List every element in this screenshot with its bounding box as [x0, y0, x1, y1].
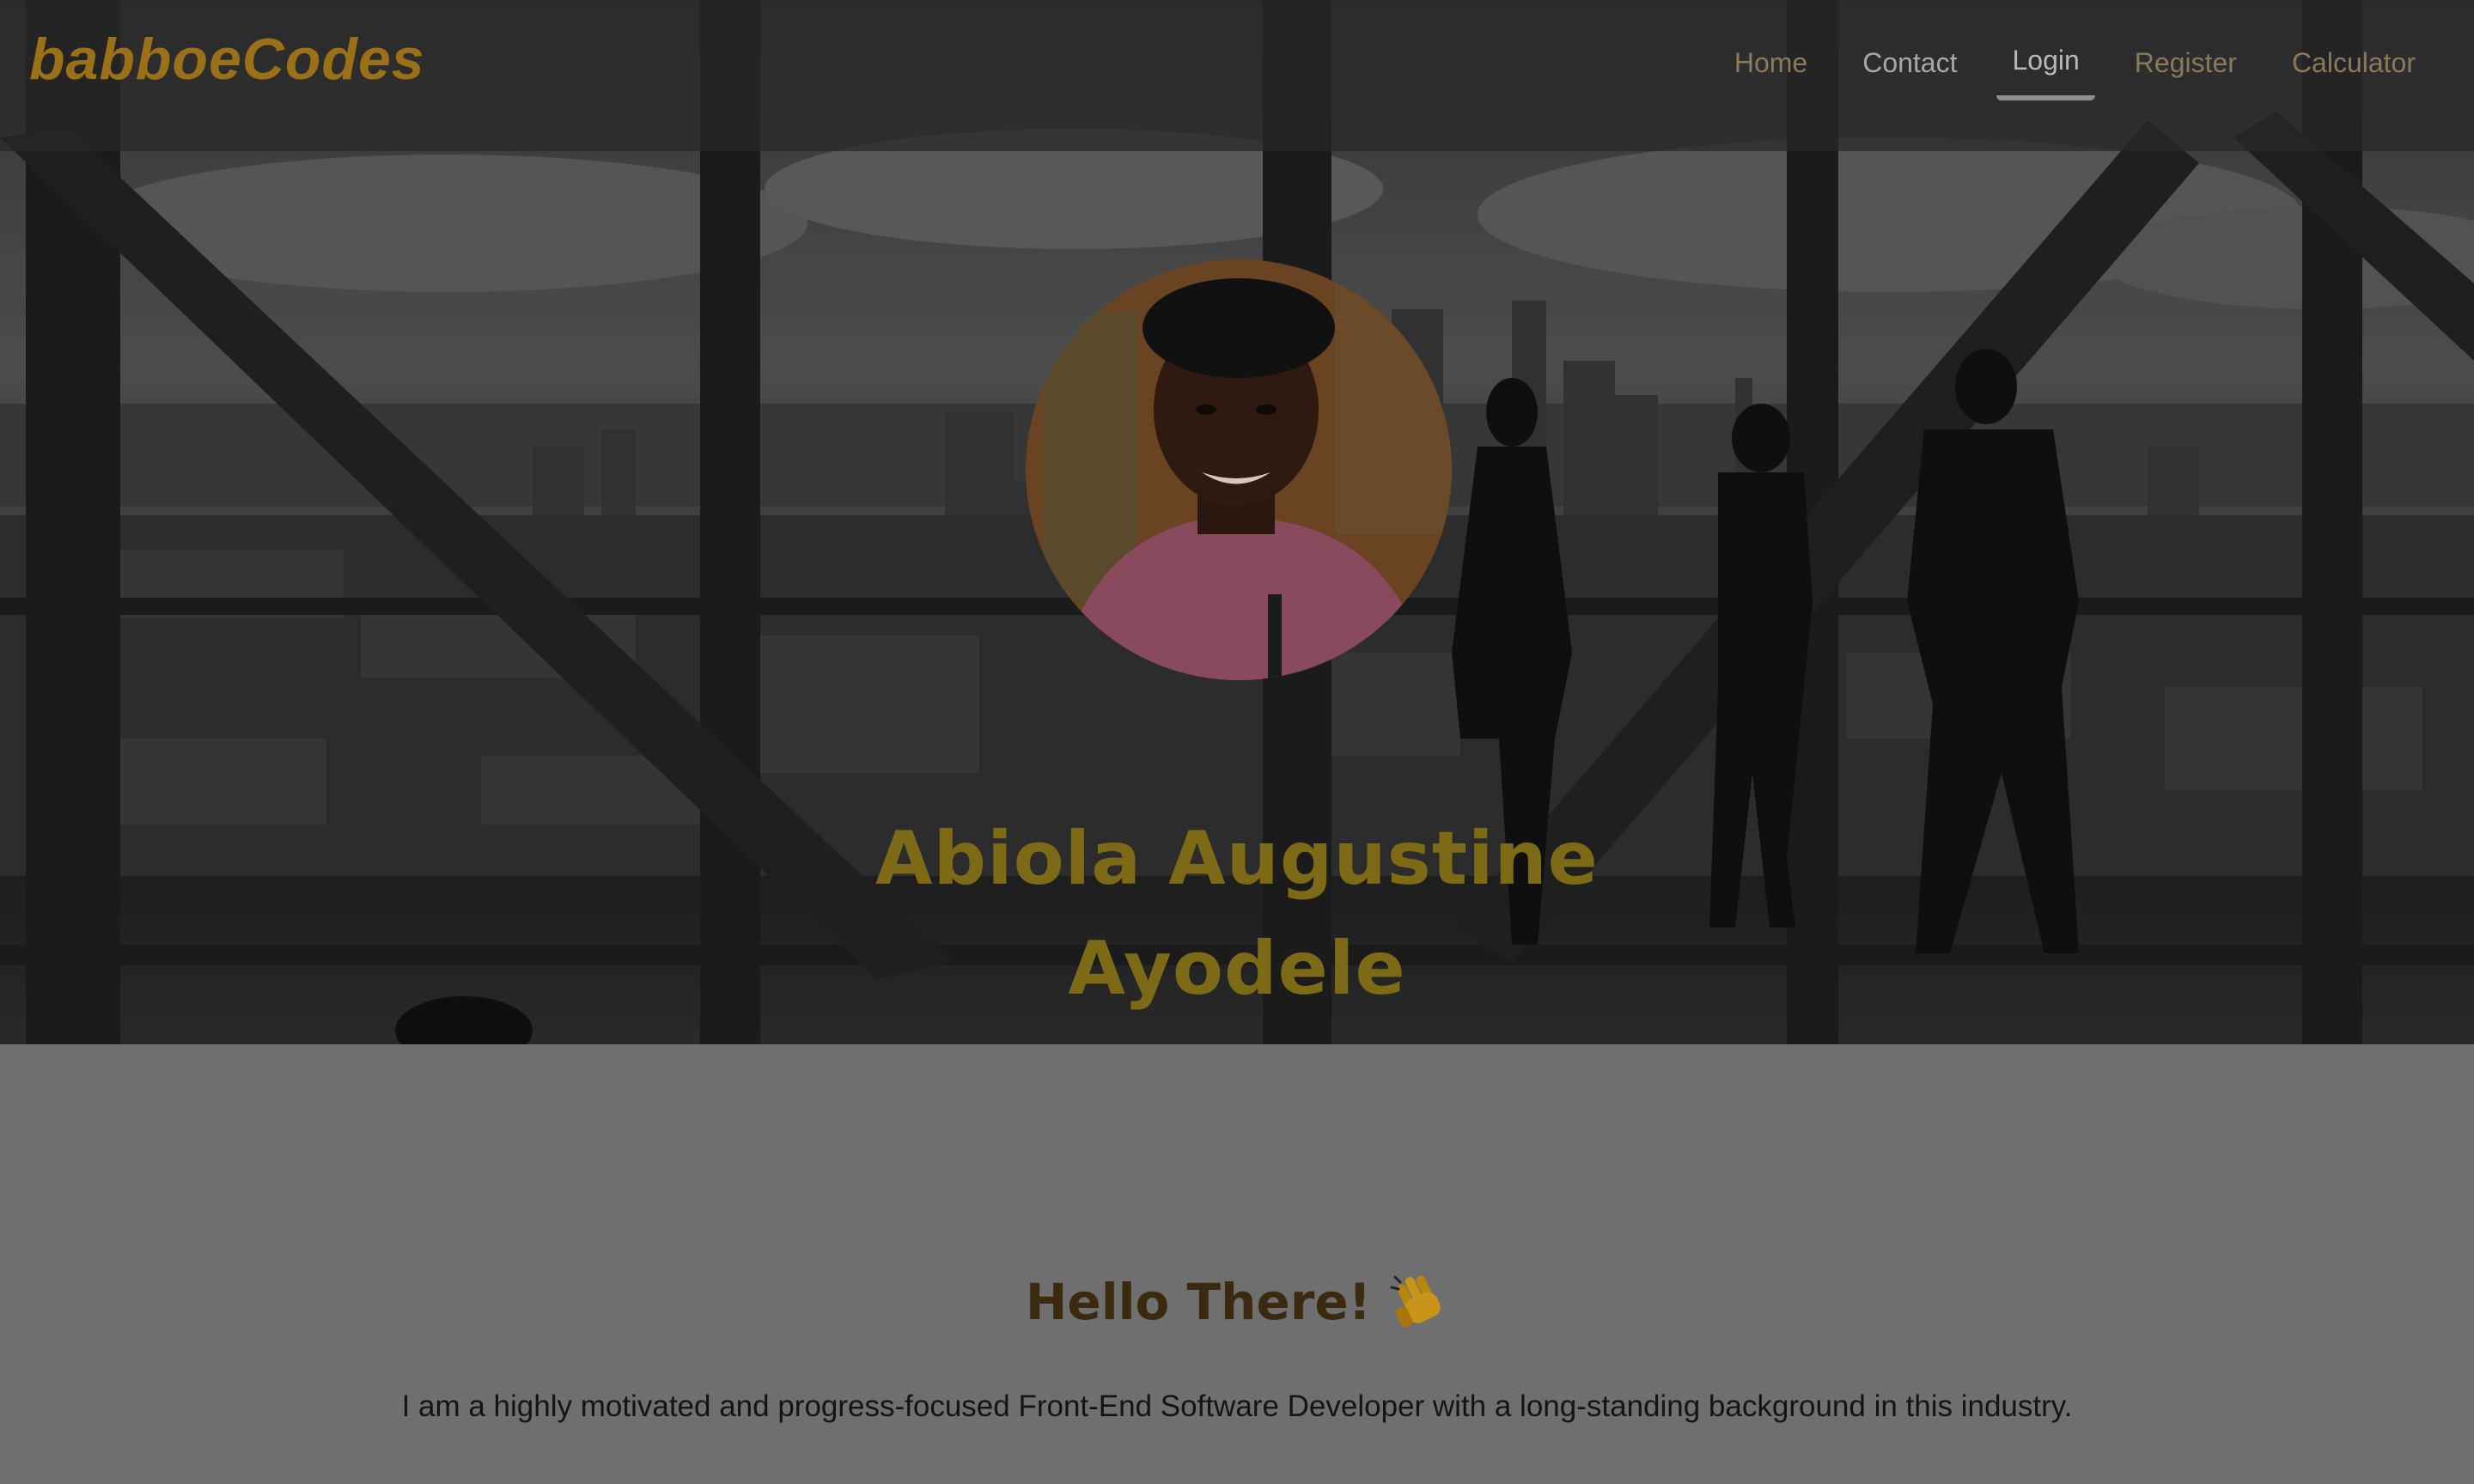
profile-photo [1026, 259, 1452, 680]
navbar: babboeCodes Home Contact Login Register … [0, 0, 2474, 151]
brand-logo[interactable]: babboeCodes [29, 26, 425, 93]
greeting-text: Hello There! [1025, 1273, 1372, 1332]
waving-hand-icon [1388, 1270, 1448, 1330]
profile-avatar [1026, 259, 1452, 680]
nav-menu: Home Contact Login Register Calculator [1695, 34, 2431, 100]
nav-link-calculator[interactable]: Calculator [2276, 37, 2431, 98]
nav-link-home[interactable]: Home [1719, 37, 1823, 98]
nav-link-register[interactable]: Register [2119, 37, 2252, 98]
nav-link-login[interactable]: Login [1996, 34, 2095, 100]
greeting-heading: Hello There! [0, 1273, 2474, 1335]
hero-name: Abiola Augustine Ayodele [874, 815, 1600, 1012]
nav-link-contact[interactable]: Contact [1847, 37, 1972, 98]
bio-text: I am a highly motivated and progress-foc… [401, 1390, 2073, 1423]
about-section: Hello There! I am a highly motivated and… [0, 1044, 2474, 1484]
page: babboeCodes Home Contact Login Register … [0, 0, 2474, 1484]
hero-section: babboeCodes Home Contact Login Register … [0, 0, 2474, 1044]
